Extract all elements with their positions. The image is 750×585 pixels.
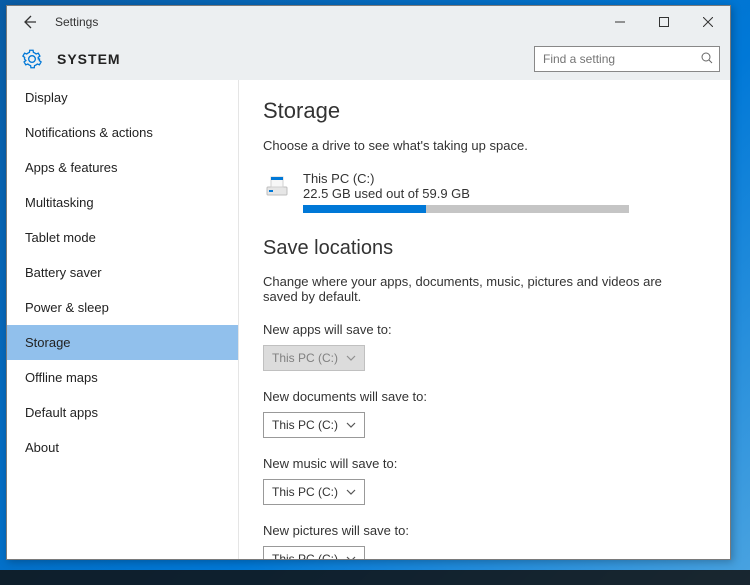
sidebar-item-label: About bbox=[25, 440, 59, 455]
chevron-down-icon bbox=[346, 353, 356, 364]
save-location-value: This PC (C:) bbox=[272, 351, 338, 365]
close-icon bbox=[703, 17, 713, 27]
sidebar-item-label: Default apps bbox=[25, 405, 98, 420]
sidebar-item-label: Apps & features bbox=[25, 160, 118, 175]
drive-usage-bar-fill bbox=[303, 205, 426, 213]
save-location-value: This PC (C:) bbox=[272, 485, 338, 499]
save-locations-subtitle: Change where your apps, documents, music… bbox=[263, 274, 663, 304]
sidebar-item-about[interactable]: About bbox=[7, 430, 238, 465]
search-input[interactable] bbox=[541, 51, 701, 67]
minimize-icon bbox=[615, 17, 625, 27]
body: Display Notifications & actions Apps & fea… bbox=[7, 80, 730, 559]
content-pane[interactable]: Storage Choose a drive to see what's tak… bbox=[239, 80, 730, 559]
save-location-fields: New apps will save to:This PC (C:)New do… bbox=[263, 322, 710, 559]
back-button[interactable] bbox=[7, 6, 51, 38]
page-header-row: SYSTEM bbox=[7, 38, 730, 80]
save-locations-heading: Save locations bbox=[263, 237, 710, 260]
search-icon bbox=[701, 52, 713, 67]
sidebar-item-label: Power & sleep bbox=[25, 300, 109, 315]
minimize-button[interactable] bbox=[598, 6, 642, 38]
save-location-field: New apps will save to: This PC (C:) bbox=[263, 322, 710, 371]
maximize-icon bbox=[659, 17, 669, 27]
close-button[interactable] bbox=[686, 6, 730, 38]
save-location-label: New apps will save to: bbox=[263, 322, 710, 337]
maximize-button[interactable] bbox=[642, 6, 686, 38]
sidebar-item-label: Storage bbox=[25, 335, 71, 350]
sidebar-item-default-apps[interactable]: Default apps bbox=[7, 395, 238, 430]
chevron-down-icon bbox=[346, 554, 356, 560]
chevron-down-icon bbox=[346, 420, 356, 431]
save-location-label: New music will save to: bbox=[263, 456, 710, 471]
drive-info: This PC (C:) 22.5 GB used out of 59.9 GB bbox=[303, 171, 710, 213]
drive-name: This PC (C:) bbox=[303, 171, 710, 186]
save-location-field: New music will save to: This PC (C:) bbox=[263, 456, 710, 505]
sidebar-item-label: Tablet mode bbox=[25, 230, 96, 245]
window-controls bbox=[598, 6, 730, 38]
taskbar[interactable] bbox=[0, 570, 750, 585]
back-arrow-icon bbox=[21, 14, 37, 30]
sidebar: Display Notifications & actions Apps & fea… bbox=[7, 80, 239, 559]
save-location-select[interactable]: This PC (C:) bbox=[263, 546, 365, 559]
settings-window: Settings SYSTEM Display Notifications & a… bbox=[6, 5, 731, 560]
save-location-label: New pictures will save to: bbox=[263, 523, 710, 538]
save-location-label: New documents will save to: bbox=[263, 389, 710, 404]
sidebar-item-offline-maps[interactable]: Offline maps bbox=[7, 360, 238, 395]
save-location-field: New documents will save to: This PC (C:) bbox=[263, 389, 710, 438]
sidebar-item-label: Display bbox=[25, 90, 68, 105]
chevron-down-icon bbox=[346, 487, 356, 498]
drive-card-this-pc[interactable]: This PC (C:) 22.5 GB used out of 59.9 GB bbox=[263, 171, 710, 213]
save-location-value: This PC (C:) bbox=[272, 552, 338, 559]
save-location-select: This PC (C:) bbox=[263, 345, 365, 371]
sidebar-item-label: Notifications & actions bbox=[25, 125, 153, 140]
sidebar-item-power-sleep[interactable]: Power & sleep bbox=[7, 290, 238, 325]
window-title: Settings bbox=[51, 15, 598, 29]
sidebar-item-apps-features[interactable]: Apps & features bbox=[7, 150, 238, 185]
sidebar-item-tablet-mode[interactable]: Tablet mode bbox=[7, 220, 238, 255]
drive-icon bbox=[263, 171, 293, 201]
save-location-select[interactable]: This PC (C:) bbox=[263, 412, 365, 438]
gear-icon bbox=[21, 48, 43, 70]
sidebar-item-display[interactable]: Display bbox=[7, 80, 238, 115]
search-box[interactable] bbox=[534, 46, 720, 72]
storage-heading: Storage bbox=[263, 98, 710, 124]
sidebar-item-label: Battery saver bbox=[25, 265, 102, 280]
storage-subtitle: Choose a drive to see what's taking up s… bbox=[263, 138, 710, 153]
page-title: SYSTEM bbox=[57, 51, 534, 67]
save-location-select[interactable]: This PC (C:) bbox=[263, 479, 365, 505]
sidebar-item-label: Multitasking bbox=[25, 195, 94, 210]
save-location-value: This PC (C:) bbox=[272, 418, 338, 432]
save-location-field: New pictures will save to: This PC (C:) bbox=[263, 523, 710, 559]
sidebar-item-label: Offline maps bbox=[25, 370, 98, 385]
drive-usage-text: 22.5 GB used out of 59.9 GB bbox=[303, 186, 710, 201]
drive-usage-bar bbox=[303, 205, 629, 213]
sidebar-item-multitasking[interactable]: Multitasking bbox=[7, 185, 238, 220]
sidebar-item-battery-saver[interactable]: Battery saver bbox=[7, 255, 238, 290]
title-bar: Settings bbox=[7, 6, 730, 38]
sidebar-item-storage[interactable]: Storage bbox=[7, 325, 238, 360]
sidebar-item-notifications-actions[interactable]: Notifications & actions bbox=[7, 115, 238, 150]
